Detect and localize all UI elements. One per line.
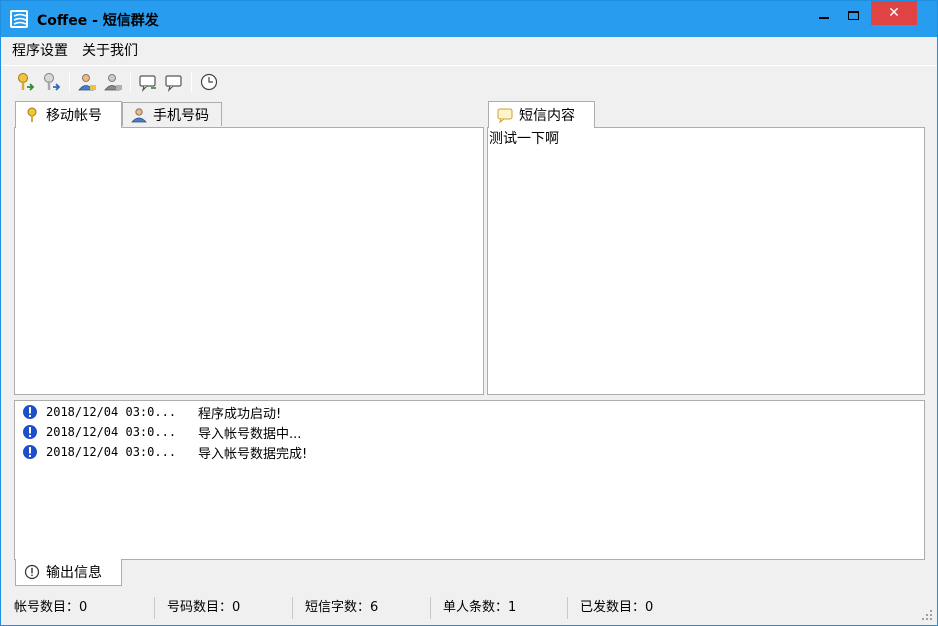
accounts-list[interactable] <box>14 127 484 395</box>
info-icon <box>23 425 37 439</box>
tab-label: 短信内容 <box>519 108 575 124</box>
resize-grip-icon[interactable] <box>921 609 933 621</box>
tab-mobile-accounts[interactable]: 移动帐号 <box>15 101 122 128</box>
export-message-button[interactable] <box>161 69 187 95</box>
minimize-button[interactable] <box>811 1 837 29</box>
key-export-icon <box>44 72 61 91</box>
close-icon: ✕ <box>888 5 900 21</box>
status-char-count: 短信字数：6 <box>293 597 431 619</box>
window-title: Coffee - 短信群发 <box>37 13 159 29</box>
user-export-icon <box>104 73 122 90</box>
message-icon <box>497 107 513 123</box>
export-numbers-button[interactable] <box>100 69 126 95</box>
info-icon <box>23 405 37 419</box>
log-message: 导入帐号数据完成! <box>198 446 308 462</box>
main-window: Coffee - 短信群发 ✕ 程序设置 关于我们 移动帐号 手机号码 短信内容… <box>0 0 938 626</box>
info-icon <box>23 445 37 459</box>
sms-content-panel: 测试一下啊 <box>487 127 925 395</box>
maximize-icon <box>847 10 859 20</box>
info-outline-icon <box>24 564 40 580</box>
key-icon <box>24 107 40 123</box>
tab-output[interactable]: 输出信息 <box>15 559 122 586</box>
schedule-button[interactable] <box>196 69 222 95</box>
toolbar <box>1 65 937 97</box>
menu-about[interactable]: 关于我们 <box>75 37 145 65</box>
close-button[interactable]: ✕ <box>871 1 917 25</box>
log-message: 程序成功启动! <box>198 406 282 422</box>
key-import-icon <box>18 72 35 91</box>
minimize-icon <box>819 17 829 19</box>
export-accounts-button[interactable] <box>39 69 65 95</box>
app-icon <box>10 10 28 28</box>
tab-label: 移动帐号 <box>46 108 102 124</box>
clock-icon <box>200 73 218 90</box>
status-account-count: 帐号数目：0 <box>1 597 155 619</box>
maximize-button[interactable] <box>839 1 867 29</box>
log-row: 2018/12/04 03:0... 导入帐号数据完成! <box>15 442 924 462</box>
toolbar-separator <box>69 71 70 92</box>
log-time: 2018/12/04 03:0... <box>46 445 177 459</box>
tab-sms-content[interactable]: 短信内容 <box>488 101 595 128</box>
tab-label: 手机号码 <box>153 107 209 124</box>
toolbar-separator <box>191 71 192 92</box>
import-message-button[interactable] <box>135 69 161 95</box>
status-per-person: 单人条数：1 <box>431 597 568 619</box>
toolbar-separator <box>130 71 131 92</box>
user-icon <box>131 107 147 123</box>
log-time: 2018/12/04 03:0... <box>46 425 177 439</box>
user-import-icon <box>78 73 96 90</box>
log-message: 导入帐号数据中... <box>198 426 302 442</box>
log-row: 2018/12/04 03:0... 导入帐号数据中... <box>15 422 924 442</box>
import-numbers-button[interactable] <box>74 69 100 95</box>
title-bar[interactable]: Coffee - 短信群发 ✕ <box>1 1 937 37</box>
sms-content-textarea[interactable]: 测试一下啊 <box>489 130 923 392</box>
menu-settings[interactable]: 程序设置 <box>5 37 75 65</box>
tab-phone-numbers[interactable]: 手机号码 <box>122 102 222 126</box>
menu-bar: 程序设置 关于我们 <box>1 37 937 65</box>
tab-label: 输出信息 <box>46 565 102 581</box>
message-import-icon <box>139 74 156 92</box>
status-sent-count: 已发数目：0 <box>580 600 654 615</box>
status-number-count: 号码数目：0 <box>155 597 293 619</box>
log-time: 2018/12/04 03:0... <box>46 405 177 419</box>
import-accounts-button[interactable] <box>13 69 39 95</box>
message-export-icon <box>165 74 182 92</box>
output-log[interactable]: 2018/12/04 03:0... 程序成功启动! 2018/12/04 03… <box>14 400 925 560</box>
status-bar: 帐号数目：0 号码数目：0 短信字数：6 单人条数：1 已发数目：0 <box>1 591 937 625</box>
log-row: 2018/12/04 03:0... 程序成功启动! <box>15 402 924 422</box>
